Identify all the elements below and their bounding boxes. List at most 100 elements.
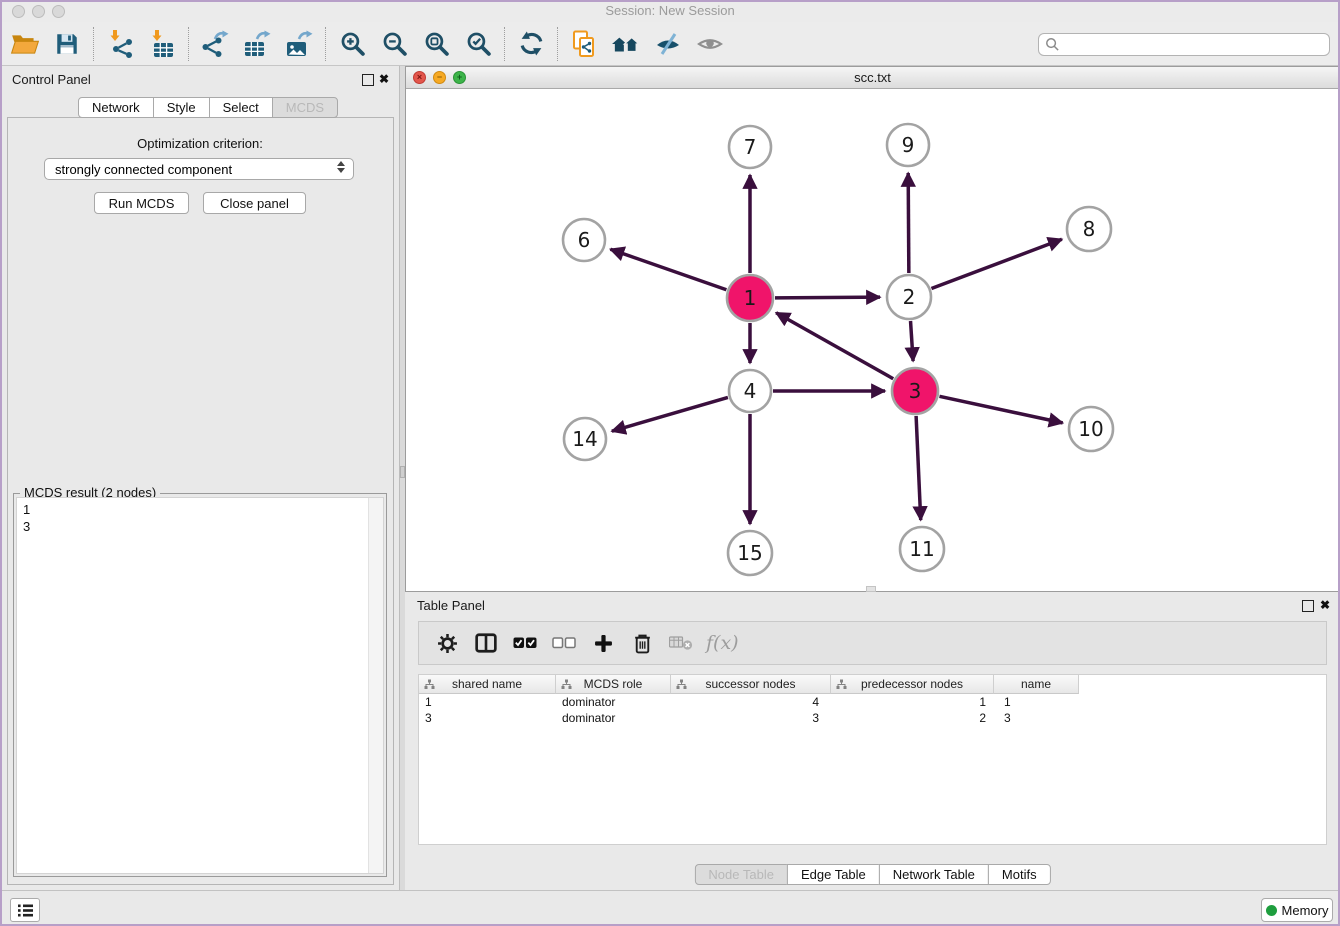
control-panel-header: Control Panel ✖ [0,66,399,92]
import-table-button[interactable] [141,25,183,63]
fx-icon: f(x) [706,632,739,654]
mcds-result-list[interactable]: 1 3 [16,497,384,874]
toolbar-separator [188,27,189,61]
column-header-mcds-role[interactable]: MCDS role [556,675,671,694]
column-header-shared-name[interactable]: shared name [419,675,556,694]
zoom-out-button[interactable] [373,25,415,63]
eye-icon [696,31,724,57]
graph-edge-2-3[interactable] [911,321,914,361]
close-table-panel-icon[interactable]: ✖ [1320,598,1330,612]
import-network-button[interactable] [99,25,141,63]
export-image-button[interactable] [278,25,320,63]
float-panel-icon[interactable] [362,74,374,86]
control-panel: Control Panel ✖ Network Style Select MCD… [0,66,400,890]
add-column-button[interactable] [589,628,617,658]
graph-edge-2-8[interactable] [931,239,1061,288]
import-network-icon [106,30,134,58]
table-row[interactable]: 3 dominator 3 2 3 [419,710,1326,726]
search-input[interactable] [1038,33,1330,56]
attribute-tree-icon [424,679,435,690]
tab-motifs[interactable]: Motifs [988,864,1051,885]
split-column-button[interactable] [472,628,500,658]
graph-edge-1-6[interactable] [610,249,726,290]
split-column-icon [475,633,497,653]
tab-edge-table[interactable]: Edge Table [787,864,880,885]
zoom-in-button[interactable] [331,25,373,63]
save-session-button[interactable] [46,25,88,63]
cell-successor-nodes[interactable]: 4 [671,695,831,709]
close-panel-button[interactable]: Close panel [203,192,306,214]
tab-select[interactable]: Select [209,97,273,118]
graph-node-label: 11 [909,537,934,561]
graph-node-label: 9 [902,133,915,157]
cell-mcds-role[interactable]: dominator [556,695,671,709]
dropdown-arrows-icon [337,161,345,173]
cell-predecessor-nodes[interactable]: 1 [831,695,994,709]
export-image-icon [285,30,313,58]
export-table-icon [243,30,271,58]
open-session-button[interactable] [4,25,46,63]
export-network-icon [201,30,229,58]
zoom-out-icon [381,30,408,57]
unselect-all-columns-button[interactable] [550,628,578,658]
optimization-criterion-select[interactable]: strongly connected component [44,158,354,180]
copy-network-button[interactable] [563,25,605,63]
run-mcds-button[interactable]: Run MCDS [94,192,189,214]
toolbar-separator [504,27,505,61]
graph-edge-3-1[interactable] [776,313,893,379]
tab-node-table[interactable]: Node Table [694,864,788,885]
column-header-name[interactable]: name [994,675,1079,694]
network-canvas[interactable]: 7968124314101511 [406,89,1339,591]
refresh-button[interactable] [510,25,552,63]
column-header-successor-nodes[interactable]: successor nodes [671,675,831,694]
memory-button[interactable]: Memory [1261,898,1333,922]
cell-shared-name[interactable]: 1 [419,695,556,709]
graph-node-label: 2 [903,285,916,309]
search-icon [1045,37,1060,52]
export-network-button[interactable] [194,25,236,63]
network-graph[interactable]: 7968124314101511 [406,89,1339,592]
float-table-panel-icon[interactable] [1302,600,1314,612]
tab-network[interactable]: Network [78,97,154,118]
control-panel-title: Control Panel [12,72,91,87]
delete-column-button[interactable] [628,628,656,658]
cell-successor-nodes[interactable]: 3 [671,711,831,725]
graph-edge-3-10[interactable] [939,396,1062,423]
network-window-titlebar[interactable]: × − + scc.txt [406,67,1339,89]
table-row[interactable]: 1 dominator 4 1 1 [419,694,1326,710]
select-all-columns-button[interactable] [511,628,539,658]
network-view-window: × − + scc.txt 7968124314101511 [405,66,1340,592]
task-history-button[interactable] [10,898,40,922]
cell-name[interactable]: 3 [994,711,1079,725]
network-title: scc.txt [406,70,1339,85]
cell-predecessor-nodes[interactable]: 2 [831,711,994,725]
vertical-splitter-handle[interactable] [400,466,405,478]
graph-edge-1-2[interactable] [775,297,880,298]
zoom-fit-button[interactable] [415,25,457,63]
result-scrollbar[interactable] [368,498,383,873]
table-panel-header: Table Panel ✖ [405,592,1340,618]
table-panel: Table Panel ✖ [405,592,1340,890]
graph-edge-4-14[interactable] [612,397,728,431]
graph-edge-3-11[interactable] [916,416,921,520]
graph-edge-2-9[interactable] [908,173,909,273]
tab-mcds[interactable]: MCDS [272,97,338,118]
attribute-tree-icon [561,679,572,690]
home-view-button[interactable] [605,25,647,63]
cell-name[interactable]: 1 [994,695,1079,709]
unchecked-boxes-icon [552,637,576,649]
column-header-predecessor-nodes[interactable]: predecessor nodes [831,675,994,694]
close-panel-icon[interactable]: ✖ [379,72,389,86]
cell-mcds-role[interactable]: dominator [556,711,671,725]
table-settings-button[interactable] [433,628,461,658]
zoom-selected-button[interactable] [457,25,499,63]
tab-style[interactable]: Style [153,97,210,118]
tab-network-table[interactable]: Network Table [879,864,989,885]
hide-view-button[interactable] [647,25,689,63]
show-view-button[interactable] [689,25,731,63]
selected-option-label: strongly connected component [55,162,232,177]
export-table-button[interactable] [236,25,278,63]
graph-node-label: 10 [1078,417,1103,441]
zoom-in-icon [339,30,366,57]
cell-shared-name[interactable]: 3 [419,711,556,725]
